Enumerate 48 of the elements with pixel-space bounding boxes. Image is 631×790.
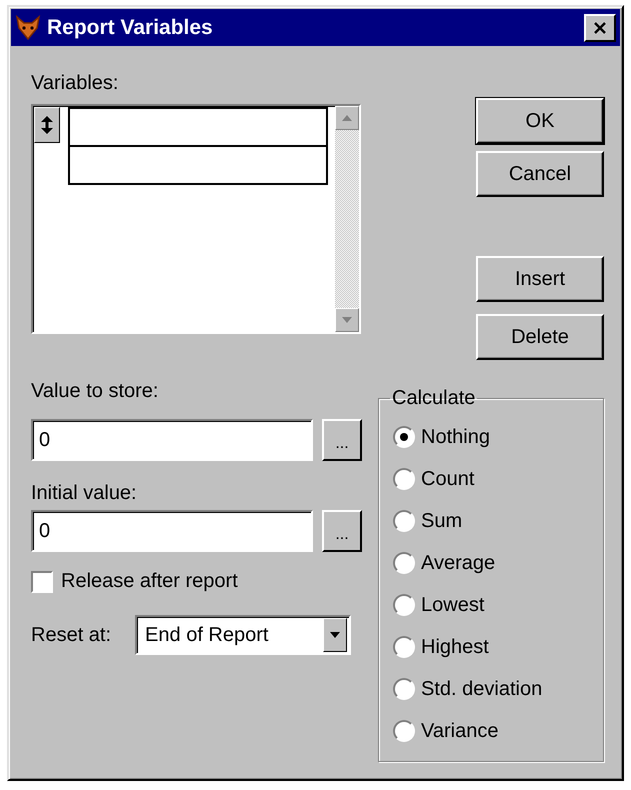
radio-label: Std. deviation [421, 678, 542, 700]
checkbox-label: Release after report [61, 570, 238, 593]
dialog-button[interactable]: Cancel [476, 151, 604, 197]
window-title: Report Variables [47, 16, 214, 40]
down-arrow-icon [342, 317, 352, 323]
up-arrow-icon [342, 115, 352, 121]
variable-name-field[interactable] [68, 147, 328, 185]
close-icon [593, 22, 607, 34]
radio-label: Count [421, 468, 474, 490]
radio-label: Average [421, 552, 496, 574]
radio-label: Variance [421, 720, 498, 742]
radio-label: Nothing [421, 426, 490, 448]
vertical-scrollbar[interactable] [335, 106, 359, 332]
reset-at-dropdown[interactable]: End of Report [135, 615, 352, 655]
browse-button[interactable]: ... [322, 419, 362, 461]
caret-icon [330, 632, 340, 638]
dropdown-button[interactable] [323, 618, 348, 652]
group-title: Calculate [391, 387, 476, 410]
expression-field[interactable]: 0 [31, 419, 313, 461]
row-mover-button[interactable] [34, 107, 60, 143]
variables-list[interactable] [31, 104, 361, 334]
scroll-down-button[interactable] [335, 308, 359, 332]
dialog-button[interactable]: Insert [476, 256, 604, 302]
expression-field[interactable]: 0 [31, 510, 313, 552]
radio-label: Lowest [421, 594, 484, 616]
radio-label: Highest [421, 636, 489, 658]
checkbox[interactable] [31, 570, 53, 592]
dialog-button[interactable]: Delete [476, 314, 604, 360]
variables-label: Variables: [31, 71, 118, 96]
radio-button[interactable] [393, 720, 415, 742]
dialog-button[interactable]: OK [476, 98, 604, 144]
radio-button[interactable] [393, 468, 415, 490]
radio-button[interactable] [393, 594, 415, 616]
radio-button[interactable] [393, 552, 415, 574]
variable-name-field[interactable] [68, 107, 328, 147]
fox-icon [15, 14, 41, 40]
radio-button[interactable] [393, 678, 415, 700]
radio-button[interactable] [393, 510, 415, 532]
scroll-up-button[interactable] [335, 106, 359, 130]
radio-button[interactable] [393, 426, 415, 448]
reset-at-label: Reset at: [31, 622, 112, 648]
close-button[interactable] [584, 14, 616, 42]
up-down-arrow-icon [40, 115, 54, 135]
radio-label: Sum [421, 510, 462, 532]
value-to-store-label: Value to store: [31, 379, 158, 404]
initial-value-label: Initial value: [31, 481, 137, 506]
browse-button[interactable]: ... [322, 510, 362, 552]
radio-button[interactable] [393, 636, 415, 658]
